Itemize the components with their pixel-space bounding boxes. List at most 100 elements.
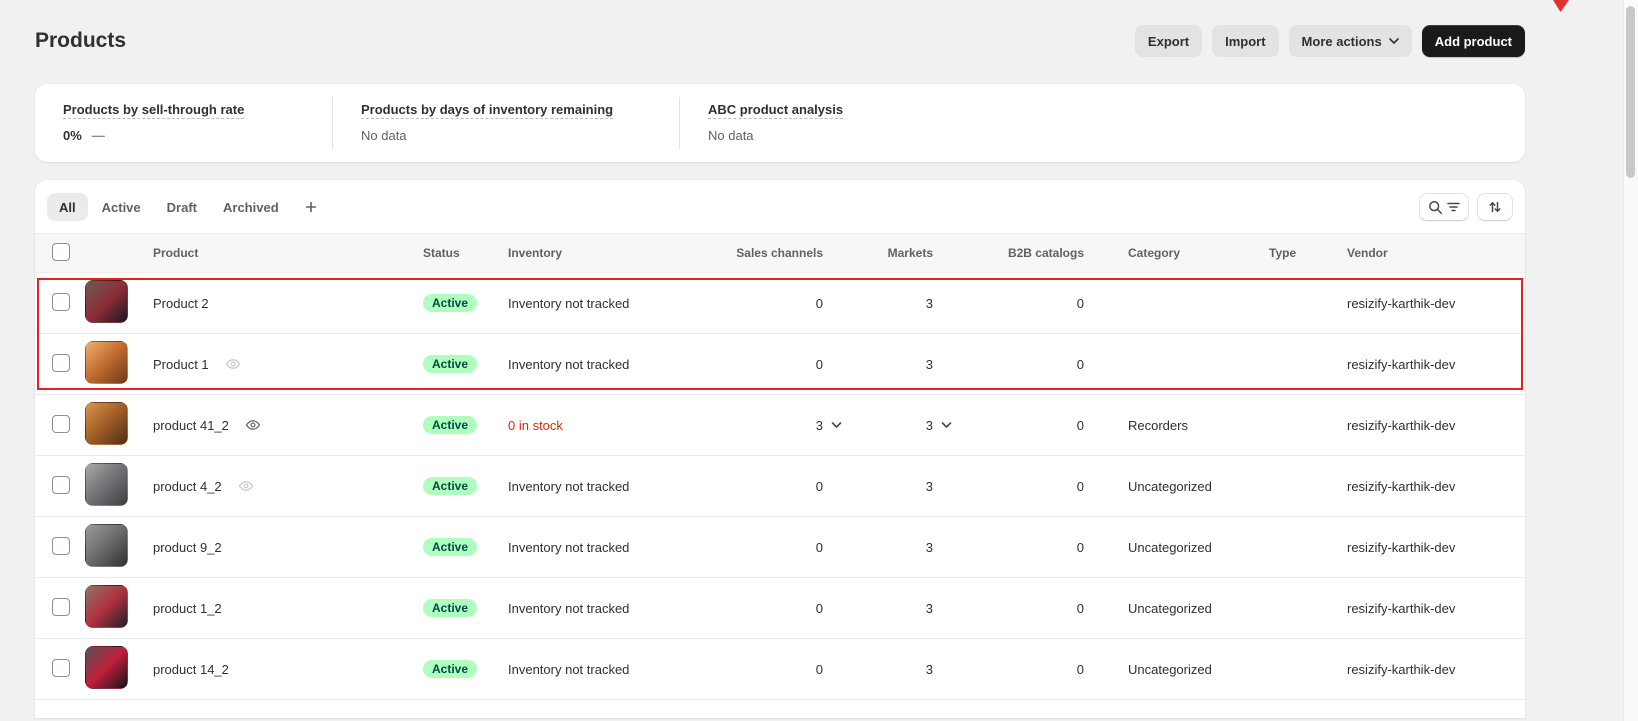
- tab-draft[interactable]: Draft: [155, 193, 209, 221]
- add-view-button[interactable]: [297, 193, 325, 221]
- category-cell: Uncategorized: [1086, 601, 1234, 616]
- filter-icon: [1447, 201, 1460, 213]
- inventory-cell: Inventory not tracked: [508, 357, 690, 372]
- hidden-eye-icon: [245, 417, 261, 433]
- export-button[interactable]: Export: [1135, 25, 1202, 57]
- sell-through-rate-metric: 0%: [63, 128, 82, 143]
- sales-channels-count: 0: [816, 601, 823, 616]
- markets-count: 3: [926, 662, 933, 677]
- category-cell: Uncategorized: [1086, 662, 1234, 677]
- tabs-bar: All Active Draft Archived: [35, 180, 1525, 233]
- status-badge: Active: [423, 477, 477, 495]
- inventory-cell: 0 in stock: [508, 418, 690, 433]
- sales-channels-count: 0: [816, 540, 823, 555]
- hidden-eye-icon: [238, 478, 254, 494]
- tab-archived[interactable]: Archived: [211, 193, 291, 221]
- table-row[interactable]: Product 2 Active Inventory not tracked 0…: [35, 273, 1525, 334]
- product-name[interactable]: product 4_2: [153, 479, 222, 494]
- status-badge: Active: [423, 538, 477, 556]
- sort-icon: [1488, 200, 1502, 214]
- status-badge: Active: [423, 294, 477, 312]
- table-body: Product 2 Active Inventory not tracked 0…: [35, 273, 1525, 700]
- row-checkbox[interactable]: [52, 659, 70, 677]
- annotation-artifact: [1552, 0, 1572, 18]
- products-page: Products Export Import More actions Add …: [35, 0, 1525, 718]
- days-of-inventory-link[interactable]: Products by days of inventory remaining: [361, 102, 613, 117]
- select-all-checkbox[interactable]: [52, 243, 70, 261]
- category-cell: Recorders: [1086, 418, 1234, 433]
- product-name[interactable]: product 1_2: [153, 601, 222, 616]
- product-thumbnail: [85, 585, 128, 628]
- row-checkbox[interactable]: [52, 415, 70, 433]
- table-tools: [1419, 193, 1513, 221]
- sort-button[interactable]: [1477, 193, 1513, 221]
- row-checkbox[interactable]: [52, 354, 70, 372]
- b2b-catalogs-cell: 0: [935, 418, 1086, 433]
- days-of-inventory-value: No data: [361, 128, 651, 143]
- more-actions-button[interactable]: More actions: [1289, 25, 1412, 57]
- import-button[interactable]: Import: [1212, 25, 1278, 57]
- markets-cell: 3: [825, 418, 935, 433]
- trend-dash-icon: —: [92, 128, 105, 143]
- markets-count: 3: [926, 540, 933, 555]
- more-actions-label: More actions: [1302, 34, 1382, 49]
- sales-channels-cell: 0: [690, 662, 825, 677]
- markets-count: 3: [926, 296, 933, 311]
- column-header-product: Product: [153, 246, 423, 260]
- header-actions: Export Import More actions Add product: [1135, 25, 1525, 57]
- sales-channels-cell: 0: [690, 540, 825, 555]
- status-badge: Active: [423, 416, 477, 434]
- product-thumbnail: [85, 463, 128, 506]
- vendor-cell: resizify-karthik-dev: [1312, 601, 1525, 616]
- table-row[interactable]: product 4_2 Active Inventory not tracked…: [35, 456, 1525, 517]
- product-name[interactable]: Product 2: [153, 296, 209, 311]
- view-tabs: All Active Draft Archived: [47, 193, 325, 221]
- b2b-catalogs-cell: 0: [935, 479, 1086, 494]
- sales-channels-cell: 0: [690, 479, 825, 494]
- days-of-inventory-card: Products by days of inventory remaining …: [333, 84, 679, 162]
- product-name[interactable]: Product 1: [153, 357, 209, 372]
- scrollbar-thumb[interactable]: [1626, 6, 1635, 178]
- sales-channels-count: 3: [816, 418, 823, 433]
- product-name[interactable]: product 9_2: [153, 540, 222, 555]
- products-table-card: All Active Draft Archived: [35, 180, 1525, 718]
- scrollbar: [1623, 0, 1638, 721]
- table-row[interactable]: product 1_2 Active Inventory not tracked…: [35, 578, 1525, 639]
- table-row[interactable]: Product 1 Active Inventory not tracked 0…: [35, 334, 1525, 395]
- vendor-cell: resizify-karthik-dev: [1312, 296, 1525, 311]
- table-header-row: Product Status Inventory Sales channels …: [35, 233, 1525, 273]
- row-checkbox[interactable]: [52, 598, 70, 616]
- table-row[interactable]: product 14_2 Active Inventory not tracke…: [35, 639, 1525, 700]
- markets-cell: 3: [825, 479, 935, 494]
- table-row[interactable]: product 9_2 Active Inventory not tracked…: [35, 517, 1525, 578]
- status-badge: Active: [423, 599, 477, 617]
- markets-count: 3: [926, 418, 933, 433]
- markets-cell: 3: [825, 601, 935, 616]
- row-checkbox[interactable]: [52, 293, 70, 311]
- tab-all[interactable]: All: [47, 193, 88, 221]
- product-name[interactable]: product 14_2: [153, 662, 229, 677]
- markets-cell: 3: [825, 296, 935, 311]
- row-checkbox[interactable]: [52, 476, 70, 494]
- table-row[interactable]: product 41_2 Active 0 in stock 3 3 0 Rec…: [35, 395, 1525, 456]
- vendor-cell: resizify-karthik-dev: [1312, 418, 1525, 433]
- abc-analysis-link[interactable]: ABC product analysis: [708, 102, 843, 117]
- product-name[interactable]: product 41_2: [153, 418, 229, 433]
- sales-channels-cell: 0: [690, 357, 825, 372]
- search-filter-button[interactable]: [1419, 193, 1469, 221]
- row-checkbox[interactable]: [52, 537, 70, 555]
- add-product-button[interactable]: Add product: [1422, 25, 1525, 57]
- markets-cell: 3: [825, 357, 935, 372]
- search-icon: [1428, 200, 1443, 215]
- sell-through-rate-card: Products by sell-through rate 0% —: [35, 84, 332, 162]
- abc-analysis-card: ABC product analysis No data: [680, 84, 1525, 162]
- product-thumbnail: [85, 341, 128, 384]
- column-header-sales-channels: Sales channels: [690, 246, 825, 260]
- sell-through-rate-link[interactable]: Products by sell-through rate: [63, 102, 244, 117]
- column-header-category: Category: [1086, 246, 1234, 260]
- tab-active[interactable]: Active: [90, 193, 153, 221]
- inventory-cell: Inventory not tracked: [508, 540, 690, 555]
- status-badge: Active: [423, 355, 477, 373]
- column-header-status: Status: [423, 246, 508, 260]
- page-title: Products: [35, 29, 126, 53]
